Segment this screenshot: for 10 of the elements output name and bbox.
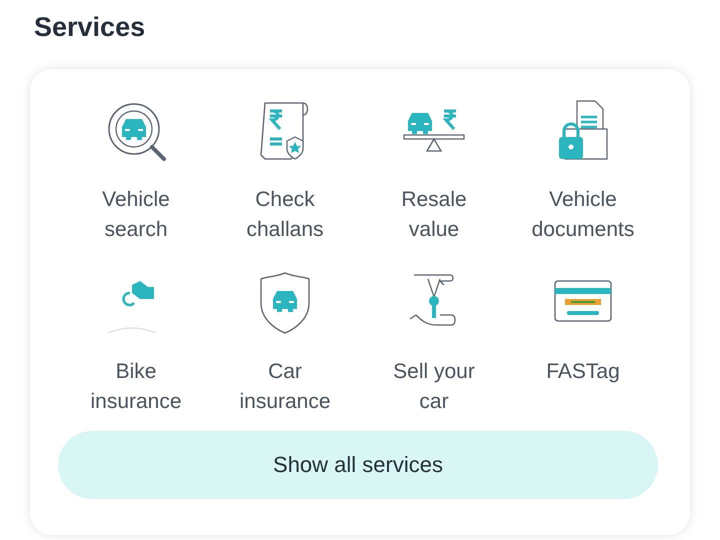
service-label: Resale value [400,187,468,243]
show-all-button[interactable]: Show all services [58,431,658,499]
service-label: Vehicle search [101,187,171,243]
service-label: Sell your car [392,359,476,415]
service-label: Car insurance [238,359,332,415]
service-label: FASTag [545,359,621,385]
service-label: Bike insurance [89,359,183,415]
service-label: Check challans [245,187,325,243]
service-label: Vehicle documents [530,187,636,243]
section-title: Services [34,12,146,43]
